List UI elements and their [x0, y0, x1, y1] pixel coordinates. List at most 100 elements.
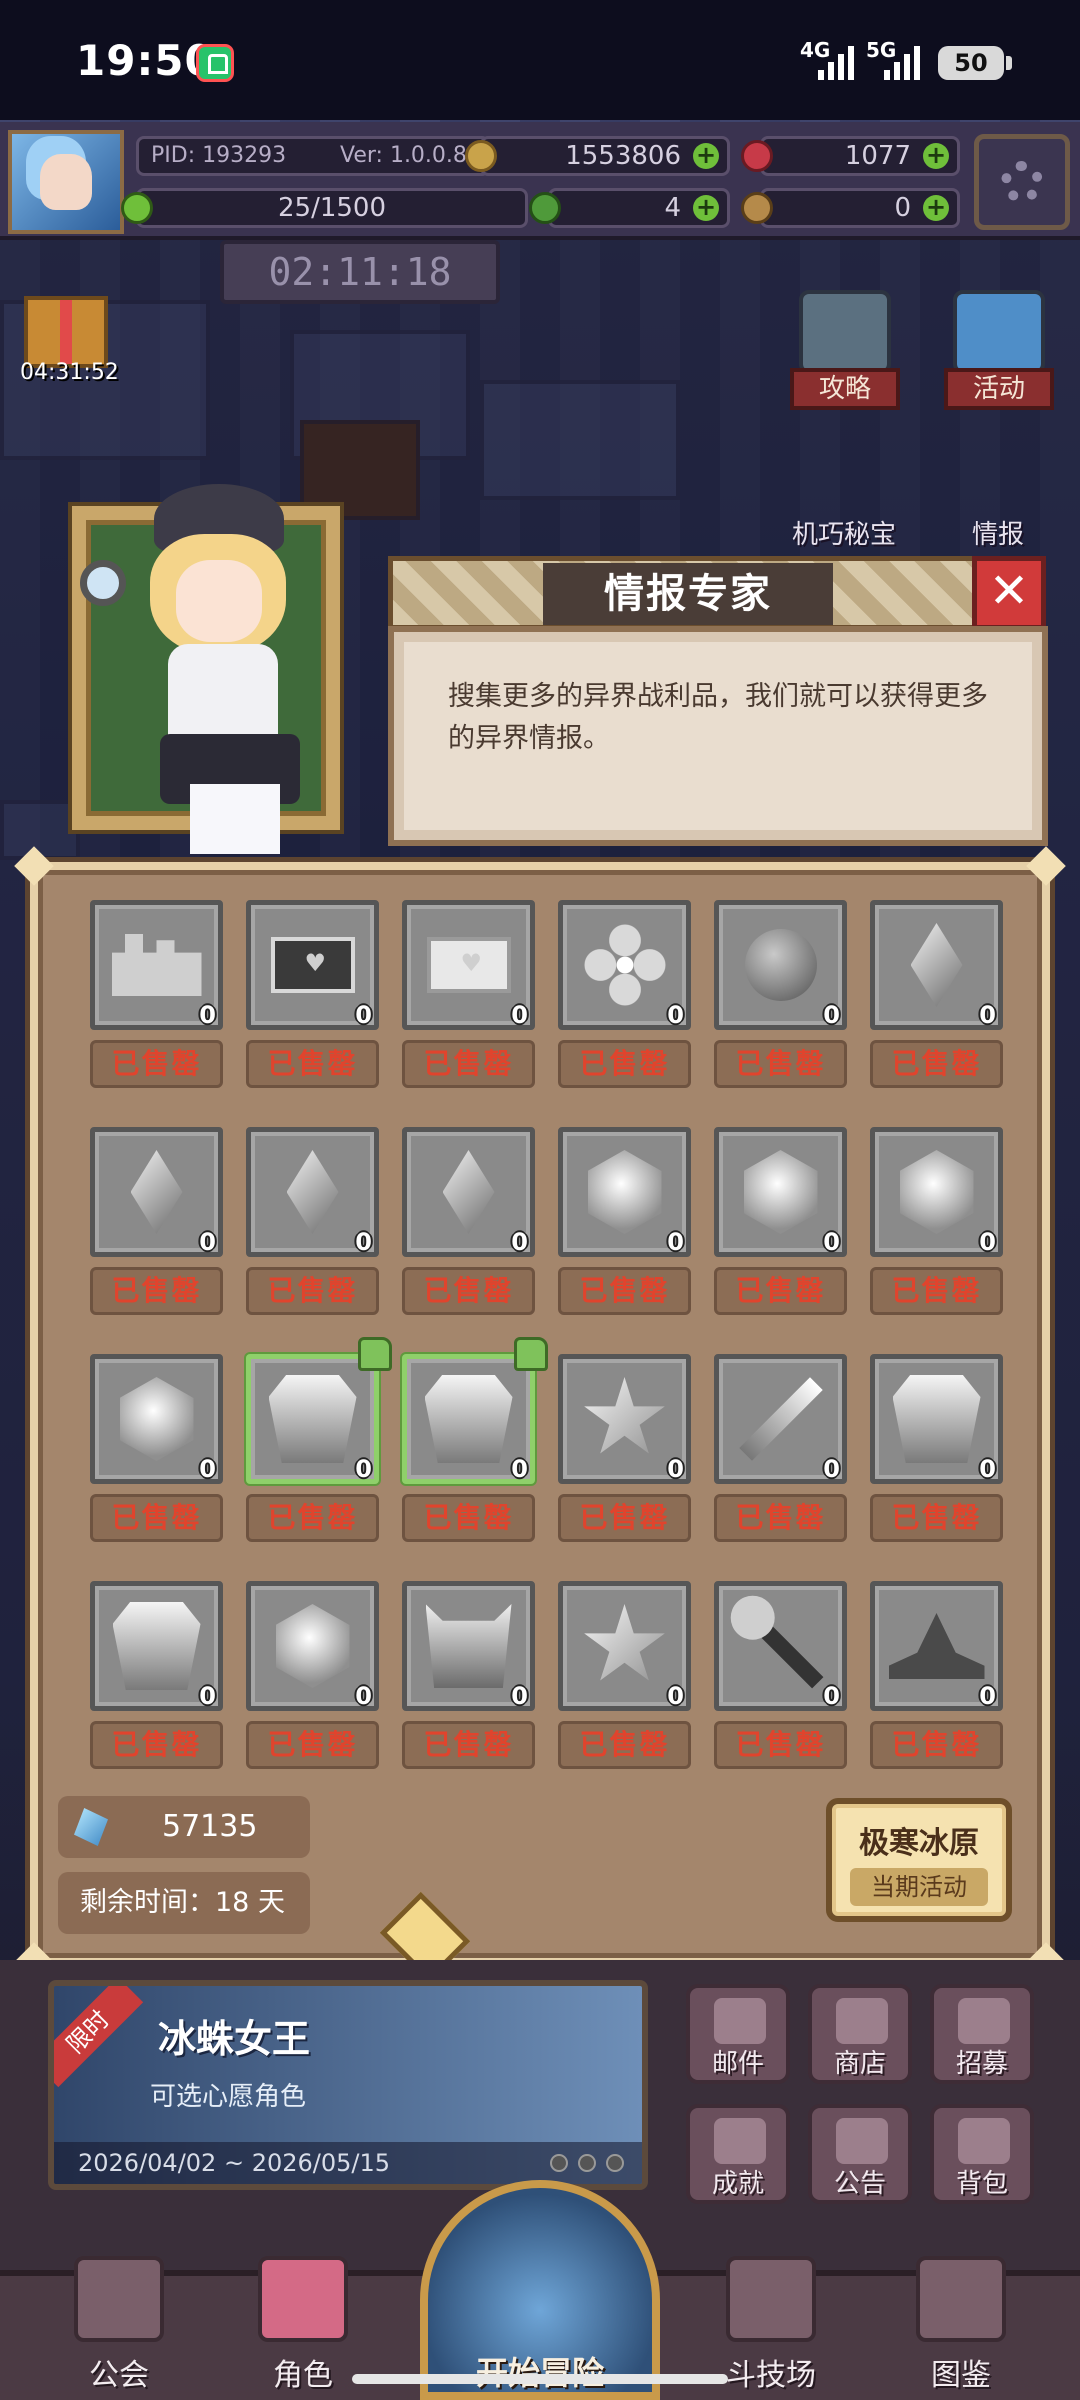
sold-out-button[interactable]: 已售罄 — [246, 1494, 379, 1542]
top-hud: PID: 193293 Ver: 1.0.0.8 1553806 + 1077 … — [0, 122, 1080, 240]
key-counter: 0 + — [741, 188, 960, 228]
treasure-label[interactable]: 机巧秘宝 — [792, 514, 896, 551]
item-slot[interactable]: 0 — [90, 900, 223, 1030]
item-slot[interactable]: 0 — [558, 1581, 691, 1711]
close-button[interactable]: ✕ — [972, 556, 1046, 630]
item-count: 0 — [667, 1001, 684, 1029]
sold-out-button[interactable]: 已售罄 — [402, 1494, 535, 1542]
item-slot[interactable]: 0 — [558, 1354, 691, 1484]
exp-bar: 25/1500 — [121, 188, 528, 228]
item-slot[interactable]: 0 — [402, 1127, 535, 1257]
recruit-button[interactable]: 招募 — [930, 1984, 1034, 2084]
item-cell: 0 已售罄 — [558, 1127, 691, 1315]
item-slot[interactable]: 0 — [714, 1354, 847, 1484]
sold-out-button[interactable]: 已售罄 — [870, 1267, 1003, 1315]
gift-icon[interactable] — [24, 296, 108, 368]
gem-icon — [899, 1150, 974, 1234]
item-slot[interactable]: 0 — [402, 900, 535, 1030]
achievements-button[interactable]: 成就 — [686, 2104, 790, 2204]
item-slot[interactable]: 0 — [870, 1127, 1003, 1257]
current-event-button[interactable]: 极寒冰原 当期活动 — [826, 1798, 1012, 1922]
sold-out-button[interactable]: 已售罄 — [90, 1721, 223, 1769]
item-slot[interactable]: 0 — [870, 900, 1003, 1030]
mail-button[interactable]: 邮件 — [686, 1984, 790, 2084]
sold-out-button[interactable]: 已售罄 — [246, 1721, 379, 1769]
thumbs-up-icon — [358, 1337, 392, 1371]
shop-button[interactable]: 商店 — [808, 1984, 912, 2084]
player-avatar[interactable] — [8, 130, 124, 234]
intel-label[interactable]: 情报 — [972, 514, 1024, 551]
sold-out-button[interactable]: 已售罄 — [402, 1267, 535, 1315]
recruit-label: 招募 — [955, 2049, 1008, 2079]
item-slot[interactable]: 0 — [558, 900, 691, 1030]
item-slot[interactable]: 0 — [90, 1354, 223, 1484]
sold-out-button[interactable]: 已售罄 — [714, 1040, 847, 1088]
ice-crystal-icon — [74, 1808, 108, 1846]
item-slot[interactable]: 0 — [714, 900, 847, 1030]
add-clover-icon[interactable]: + — [693, 195, 719, 221]
item-slot[interactable]: 0 — [246, 1337, 392, 1484]
gear-icon — [1001, 161, 1043, 203]
megaphone-icon — [836, 2118, 888, 2164]
item-slot[interactable]: 0 — [402, 1581, 535, 1711]
item-cell: 0 已售罄 — [90, 900, 223, 1088]
sold-out-button[interactable]: 已售罄 — [558, 1721, 691, 1769]
sold-out-button[interactable]: 已售罄 — [558, 1040, 691, 1088]
item-slot[interactable]: 0 — [246, 900, 379, 1030]
nav-arena-label: 斗技场 — [726, 2358, 816, 2393]
item-slot[interactable]: 0 — [714, 1581, 847, 1711]
home-indicator[interactable] — [352, 2374, 728, 2384]
settings-button[interactable] — [974, 134, 1070, 230]
add-gems-icon[interactable]: + — [923, 143, 949, 169]
mail-icon — [714, 1998, 766, 2044]
sold-out-button[interactable]: 已售罄 — [870, 1040, 1003, 1088]
sold-out-button[interactable]: 已售罄 — [90, 1040, 223, 1088]
announcement-label: 公告 — [833, 2169, 886, 2199]
item-slot[interactable]: 0 — [558, 1127, 691, 1257]
sold-out-button[interactable]: 已售罄 — [870, 1721, 1003, 1769]
sold-out-button[interactable]: 已售罄 — [714, 1494, 847, 1542]
item-slot[interactable]: 0 — [90, 1127, 223, 1257]
sold-out-button[interactable]: 已售罄 — [90, 1267, 223, 1315]
item-count: 0 — [979, 1001, 996, 1029]
announcement-button[interactable]: 公告 — [808, 2104, 912, 2204]
sold-out-button[interactable]: 已售罄 — [246, 1267, 379, 1315]
status-time: 19:50 — [76, 36, 215, 85]
guide-button[interactable]: 攻略 — [790, 290, 900, 410]
nav-guild[interactable]: 公会 — [44, 2256, 194, 2400]
events-button[interactable]: 活动 — [944, 290, 1054, 410]
sold-out-button[interactable]: 已售罄 — [714, 1267, 847, 1315]
sold-out-button[interactable]: 已售罄 — [558, 1494, 691, 1542]
sold-out-button[interactable]: 已售罄 — [558, 1267, 691, 1315]
item-slot[interactable]: 0 — [870, 1354, 1003, 1484]
battery-icon: 50 — [938, 46, 1012, 80]
item-slot[interactable]: 0 — [90, 1581, 223, 1711]
crystal-icon — [286, 1150, 339, 1234]
item-count: 0 — [199, 1682, 216, 1710]
add-gold-icon[interactable]: + — [693, 143, 719, 169]
guide-label: 攻略 — [790, 368, 900, 410]
item-slot[interactable]: 0 — [246, 1127, 379, 1257]
sold-out-button[interactable]: 已售罄 — [246, 1040, 379, 1088]
item-cell: 0 已售罄 — [402, 1127, 535, 1315]
sold-out-button[interactable]: 已售罄 — [402, 1040, 535, 1088]
item-slot[interactable]: 0 — [402, 1337, 548, 1484]
item-grid: 0 已售罄 0 已售罄 0 已售罄 0 已售罄 0 已售罄 0 已售罄 0 已售罄 0 已售罄 0 已售罄 0 已售罄… — [90, 900, 1010, 1808]
item-slot[interactable]: 0 — [870, 1581, 1003, 1711]
item-slot[interactable]: 0 — [246, 1581, 379, 1711]
item-slot[interactable]: 0 — [714, 1127, 847, 1257]
item-count: 0 — [823, 1455, 840, 1483]
sold-out-button[interactable]: 已售罄 — [90, 1494, 223, 1542]
banner-pagination[interactable] — [550, 2154, 624, 2172]
nav-codex[interactable]: 图鉴 — [886, 2256, 1036, 2400]
bag-button[interactable]: 背包 — [930, 2104, 1034, 2204]
shop-icon — [836, 1998, 888, 2044]
sold-out-button[interactable]: 已售罄 — [870, 1494, 1003, 1542]
item-count: 0 — [511, 1455, 528, 1483]
sold-out-button[interactable]: 已售罄 — [402, 1721, 535, 1769]
add-key-icon[interactable]: + — [923, 195, 949, 221]
item-count: 0 — [355, 1001, 372, 1029]
limited-banner[interactable]: 限时 冰蛛女王 可选心愿角色 2026/04/02 ~ 2026/05/15 — [48, 1980, 648, 2190]
sold-out-button[interactable]: 已售罄 — [714, 1721, 847, 1769]
item-cell: 0 已售罄 — [402, 1337, 548, 1542]
